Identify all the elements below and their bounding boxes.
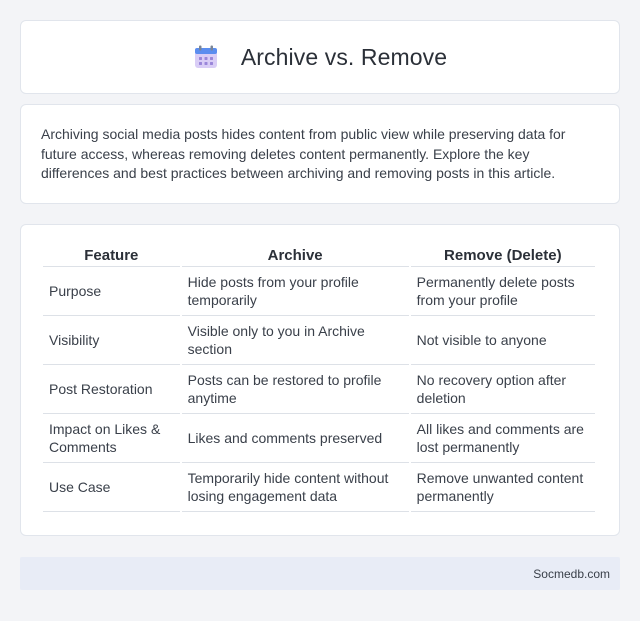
- intro-text: Archiving social media posts hides conte…: [41, 126, 566, 181]
- table-row: Post Restoration Posts can be restored t…: [43, 365, 595, 414]
- archive-cell: Hide posts from your profile temporarily: [181, 267, 409, 316]
- archive-cell: Temporarily hide content without losing …: [181, 463, 409, 512]
- remove-cell: No recovery option after deletion: [410, 365, 595, 414]
- archive-cell: Visible only to you in Archive section: [181, 316, 409, 365]
- table-row: Use Case Temporarily hide content withou…: [43, 463, 595, 512]
- feature-cell: Purpose: [43, 267, 180, 316]
- comparison-table: Feature Archive Remove (Delete) Purpose …: [41, 245, 597, 512]
- calendar-icon: [193, 44, 219, 70]
- remove-cell: Permanently delete posts from your profi…: [410, 267, 595, 316]
- remove-cell: Not visible to anyone: [410, 316, 595, 365]
- feature-cell: Use Case: [43, 463, 180, 512]
- column-header-remove: Remove (Delete): [410, 245, 595, 267]
- intro-card: Archiving social media posts hides conte…: [20, 104, 620, 204]
- column-header-feature: Feature: [43, 245, 180, 267]
- feature-cell: Post Restoration: [43, 365, 180, 414]
- footer-bar: Socmedb.com: [20, 557, 620, 590]
- archive-cell: Likes and comments preserved: [181, 414, 409, 463]
- table-card: Feature Archive Remove (Delete) Purpose …: [20, 224, 620, 536]
- archive-cell: Posts can be restored to profile anytime: [181, 365, 409, 414]
- table-header-row: Feature Archive Remove (Delete): [43, 245, 595, 267]
- remove-cell: All likes and comments are lost permanen…: [410, 414, 595, 463]
- feature-cell: Visibility: [43, 316, 180, 365]
- feature-cell: Impact on Likes & Comments: [43, 414, 180, 463]
- table-row: Visibility Visible only to you in Archiv…: [43, 316, 595, 365]
- remove-cell: Remove unwanted content permanently: [410, 463, 595, 512]
- table-row: Impact on Likes & Comments Likes and com…: [43, 414, 595, 463]
- column-header-archive: Archive: [181, 245, 409, 267]
- footer-site-link[interactable]: Socmedb.com: [533, 567, 610, 581]
- page-title: Archive vs. Remove: [240, 43, 448, 70]
- title-card: Archive vs. Remove: [20, 20, 620, 94]
- table-row: Purpose Hide posts from your profile tem…: [43, 267, 595, 316]
